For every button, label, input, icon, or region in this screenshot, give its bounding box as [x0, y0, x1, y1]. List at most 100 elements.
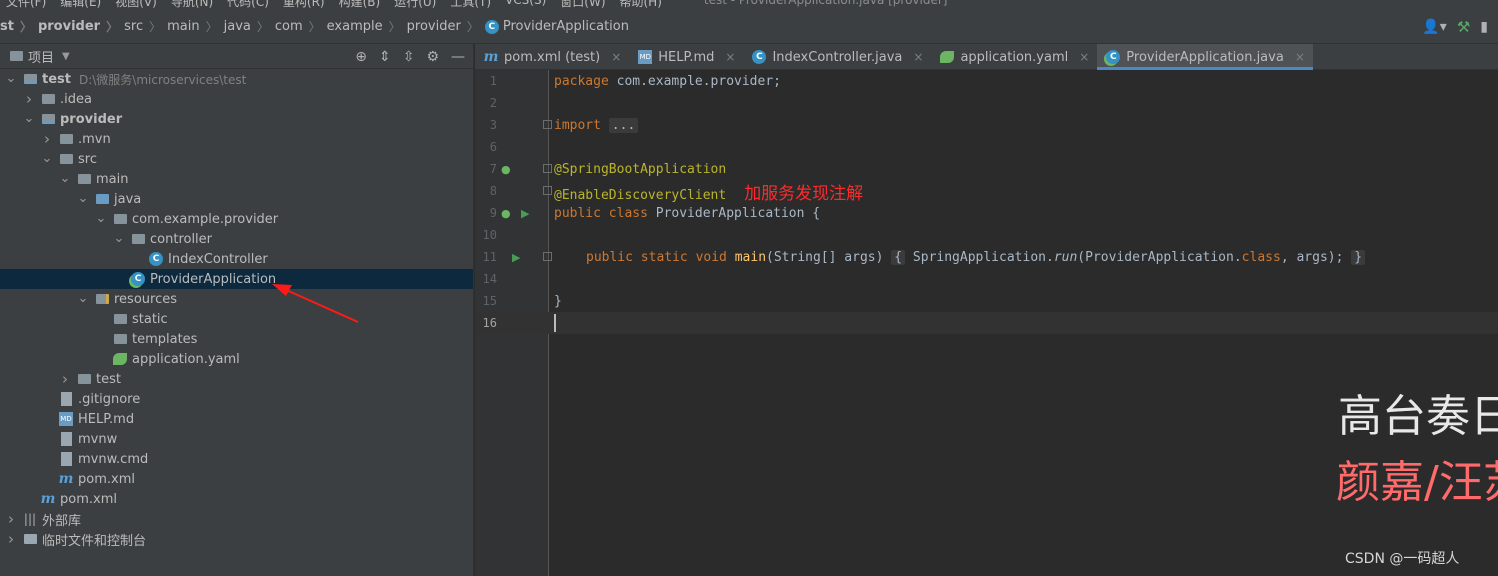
chevron-right-icon[interactable]: › — [4, 510, 18, 528]
chevron-right-icon[interactable]: › — [58, 370, 72, 388]
chevron-down-icon[interactable]: ⌄ — [58, 172, 72, 185]
fold-toggle-icon[interactable] — [543, 252, 552, 261]
user-dropdown-icon[interactable]: 👤▾ — [1422, 19, 1446, 35]
breadcrumb-item[interactable]: src 〉 — [124, 18, 167, 35]
tree-item[interactable]: m pom.xml — [0, 469, 473, 489]
menu-item[interactable]: 导航(N) — [171, 0, 213, 10]
run-gutter-icon[interactable]: ▶ — [512, 251, 520, 264]
project-panel-title[interactable]: 项目 — [28, 47, 54, 66]
editor-tab[interactable]: C IndexController.java × — [743, 44, 931, 70]
breadcrumb-item[interactable]: example 〉 — [327, 18, 407, 35]
tree-item[interactable]: ⌄ com.example.provider — [0, 209, 473, 229]
tree-item[interactable]: ⌄ test D:\微服务\microservices\test — [0, 69, 473, 89]
fold-toggle-icon[interactable] — [543, 186, 552, 195]
editor-tab[interactable]: C ProviderApplication.java × — [1097, 44, 1313, 70]
folded-imports[interactable]: ... — [608, 117, 639, 133]
tree-item[interactable]: C ProviderApplication — [0, 269, 473, 289]
package-icon — [130, 232, 146, 246]
spring-bean-gutter-icon[interactable]: ● — [501, 163, 511, 176]
editor-tab[interactable]: application.yaml × — [931, 44, 1097, 70]
menu-item[interactable]: 帮助(H) — [620, 0, 662, 10]
code-text: } — [554, 293, 562, 309]
locate-target-icon[interactable]: ⊕ — [355, 49, 367, 65]
tree-item[interactable]: › 临时文件和控制台 — [0, 529, 473, 549]
tree-item[interactable]: static — [0, 309, 473, 329]
chevron-down-icon[interactable]: ⌄ — [94, 212, 108, 225]
menu-item[interactable]: 视图(V) — [115, 0, 157, 10]
tree-item[interactable]: C IndexController — [0, 249, 473, 269]
chevron-down-icon[interactable]: ⌄ — [76, 192, 90, 205]
tree-item[interactable]: ⌄ java — [0, 189, 473, 209]
tree-item[interactable]: › ||| 外部库 — [0, 509, 473, 529]
tree-item[interactable]: MD HELP.md — [0, 409, 473, 429]
code-text: ProviderApplication { — [647, 205, 821, 221]
fold-toggle-icon[interactable] — [543, 164, 552, 173]
tree-item[interactable]: .gitignore — [0, 389, 473, 409]
chevron-down-icon[interactable]: ⌄ — [112, 232, 126, 245]
fold-toggle-icon[interactable] — [543, 120, 552, 129]
close-icon[interactable]: × — [611, 50, 621, 64]
tree-item[interactable]: › test — [0, 369, 473, 389]
run-gutter-icon[interactable]: ▶ — [521, 207, 529, 220]
hide-panel-icon[interactable]: — — [451, 49, 465, 65]
breadcrumb-label: example — [326, 19, 383, 34]
collapse-all-icon[interactable]: ⇳ — [403, 49, 415, 65]
close-icon[interactable]: × — [725, 50, 735, 64]
breadcrumb-item[interactable]: provider 〉 — [407, 18, 485, 35]
tree-item[interactable]: mvnw.cmd — [0, 449, 473, 469]
menu-item[interactable]: 文件(F) — [6, 0, 46, 10]
breadcrumb-item[interactable]: provider 〉 — [38, 18, 124, 35]
tree-item[interactable]: ⌄ main — [0, 169, 473, 189]
chevron-right-icon[interactable]: › — [22, 90, 36, 108]
text-file-icon — [58, 392, 74, 406]
breadcrumb-label: java — [223, 19, 251, 34]
menu-item[interactable]: 工具(T) — [450, 0, 491, 10]
breadcrumb-item[interactable]: st 〉 — [0, 18, 38, 35]
close-icon[interactable]: × — [1079, 50, 1089, 64]
menu-item[interactable]: 运行(U) — [394, 0, 436, 10]
menu-item[interactable]: VCS(S) — [505, 0, 546, 10]
chevron-right-icon[interactable]: › — [4, 530, 18, 548]
tree-item[interactable]: application.yaml — [0, 349, 473, 369]
chevron-down-icon[interactable]: ▼ — [62, 51, 70, 62]
menu-item[interactable]: 重构(R) — [283, 0, 325, 10]
tree-item[interactable]: mvnw — [0, 429, 473, 449]
menu-item[interactable]: 编辑(E) — [60, 0, 101, 10]
menu-item[interactable]: 构建(B) — [339, 0, 381, 10]
breadcrumb-item[interactable]: C ProviderApplication — [484, 19, 629, 34]
chevron-down-icon[interactable]: ⌄ — [40, 152, 54, 165]
close-icon[interactable]: × — [1295, 50, 1305, 64]
editor-tab[interactable]: MD HELP.md × — [629, 44, 743, 70]
chevron-down-icon[interactable]: ⌄ — [22, 112, 36, 125]
run-config-icon[interactable]: ▮ — [1480, 19, 1488, 35]
breadcrumb-item[interactable]: java 〉 — [224, 18, 275, 35]
fold-brace[interactable]: { — [891, 249, 906, 265]
menu-item[interactable]: 代码(C) — [227, 0, 269, 10]
close-icon[interactable]: × — [913, 50, 923, 64]
tree-item[interactable]: › .idea — [0, 89, 473, 109]
breadcrumb-item[interactable]: main 〉 — [167, 18, 224, 35]
code-line-11: 11 ▶ public static void main(String[] ar… — [475, 246, 1498, 268]
spring-bean-gutter-icon[interactable]: ● — [501, 207, 511, 220]
chevron-down-icon[interactable]: ⌄ — [76, 292, 90, 305]
menu-item[interactable]: 窗口(W) — [560, 0, 605, 10]
build-hammer-icon[interactable]: ⚒ — [1457, 18, 1470, 36]
tree-item[interactable]: ⌄ src — [0, 149, 473, 169]
expand-all-icon[interactable]: ⇕ — [379, 49, 391, 65]
editor-tab[interactable]: m pom.xml (test) × — [475, 44, 629, 70]
tree-item[interactable]: ⌄ provider — [0, 109, 473, 129]
chevron-right-icon[interactable]: › — [40, 130, 54, 148]
chevron-down-icon[interactable]: ⌄ — [4, 72, 18, 85]
project-view-icon — [8, 49, 24, 63]
fold-brace[interactable]: } — [1351, 249, 1366, 265]
tree-item[interactable]: templates — [0, 329, 473, 349]
settings-gear-icon[interactable]: ⚙ — [426, 49, 439, 65]
tree-item[interactable]: › .mvn — [0, 129, 473, 149]
tree-item[interactable]: ⌄ controller — [0, 229, 473, 249]
tree-item[interactable]: ⌄ resources — [0, 289, 473, 309]
tree-item-label: .idea — [60, 91, 92, 107]
line-number: 6 — [489, 140, 497, 154]
tree-item[interactable]: m pom.xml — [0, 489, 473, 509]
breadcrumb-item[interactable]: com 〉 — [275, 18, 327, 35]
text-file-icon — [58, 452, 74, 466]
